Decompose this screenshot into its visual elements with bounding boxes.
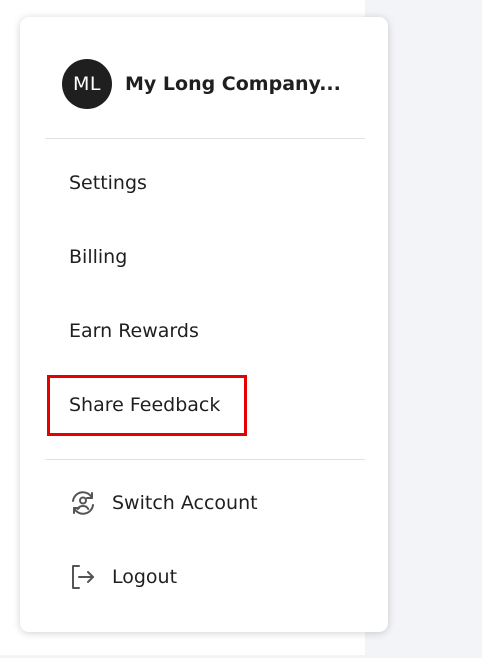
menu-item-label: Earn Rewards: [69, 320, 199, 342]
switch-account-icon: [68, 488, 98, 518]
account-dropdown-menu: ML My Long Company... Settings Billing E…: [20, 17, 388, 632]
current-account[interactable]: ML My Long Company...: [62, 59, 341, 109]
menu-item-billing[interactable]: Billing: [69, 242, 127, 272]
menu-item-settings[interactable]: Settings: [69, 168, 147, 198]
highlight-box: [47, 375, 247, 436]
divider: [45, 459, 365, 460]
divider: [45, 138, 365, 139]
company-name: My Long Company...: [125, 73, 341, 95]
page: ML My Long Company... Settings Billing E…: [0, 0, 482, 658]
menu-item-earn-rewards[interactable]: Earn Rewards: [69, 316, 199, 346]
logout-icon: [68, 562, 98, 592]
menu-item-label: Switch Account: [112, 492, 258, 514]
menu-item-label: Logout: [112, 566, 178, 588]
menu-item-logout[interactable]: Logout: [68, 562, 177, 592]
menu-item-switch-account[interactable]: Switch Account: [68, 488, 258, 518]
menu-item-label: Settings: [69, 172, 147, 194]
avatar: ML: [62, 59, 112, 109]
menu-item-label: Billing: [69, 246, 128, 268]
avatar-initials: ML: [73, 73, 101, 95]
